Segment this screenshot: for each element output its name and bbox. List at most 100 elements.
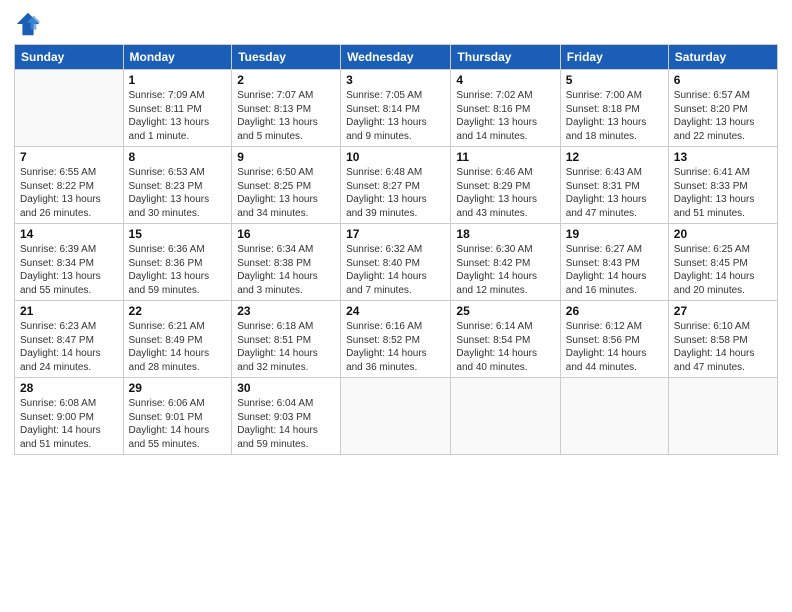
calendar-cell: 2 Sunrise: 7:07 AM Sunset: 8:13 PM Dayli…: [232, 70, 341, 147]
day-number: 9: [237, 150, 335, 164]
calendar-cell: 28 Sunrise: 6:08 AM Sunset: 9:00 PM Dayl…: [15, 378, 124, 455]
day-number: 2: [237, 73, 335, 87]
calendar-cell: 20 Sunrise: 6:25 AM Sunset: 8:45 PM Dayl…: [668, 224, 777, 301]
calendar-cell: 4 Sunrise: 7:02 AM Sunset: 8:16 PM Dayli…: [451, 70, 560, 147]
sunset-text: Sunset: 8:47 PM: [20, 334, 118, 348]
sunset-text: Sunset: 8:42 PM: [456, 257, 554, 271]
calendar-cell: 5 Sunrise: 7:00 AM Sunset: 8:18 PM Dayli…: [560, 70, 668, 147]
cell-info: Sunrise: 6:14 AM Sunset: 8:54 PM Dayligh…: [456, 320, 554, 374]
sunset-text: Sunset: 8:40 PM: [346, 257, 445, 271]
sunset-text: Sunset: 8:34 PM: [20, 257, 118, 271]
calendar-cell: [668, 378, 777, 455]
cell-info: Sunrise: 7:05 AM Sunset: 8:14 PM Dayligh…: [346, 89, 445, 143]
sunset-text: Sunset: 9:01 PM: [129, 411, 227, 425]
daylight-text: Daylight: 13 hours and 47 minutes.: [566, 193, 663, 220]
week-row-1: 1 Sunrise: 7:09 AM Sunset: 8:11 PM Dayli…: [15, 70, 778, 147]
cell-info: Sunrise: 6:48 AM Sunset: 8:27 PM Dayligh…: [346, 166, 445, 220]
calendar-cell: 22 Sunrise: 6:21 AM Sunset: 8:49 PM Dayl…: [123, 301, 232, 378]
calendar-cell: 17 Sunrise: 6:32 AM Sunset: 8:40 PM Dayl…: [341, 224, 451, 301]
daylight-text: Daylight: 14 hours and 59 minutes.: [237, 424, 335, 451]
sunset-text: Sunset: 8:31 PM: [566, 180, 663, 194]
daylight-text: Daylight: 14 hours and 3 minutes.: [237, 270, 335, 297]
sunset-text: Sunset: 8:23 PM: [129, 180, 227, 194]
daylight-text: Daylight: 13 hours and 26 minutes.: [20, 193, 118, 220]
calendar-cell: 29 Sunrise: 6:06 AM Sunset: 9:01 PM Dayl…: [123, 378, 232, 455]
sunset-text: Sunset: 8:22 PM: [20, 180, 118, 194]
daylight-text: Daylight: 14 hours and 51 minutes.: [20, 424, 118, 451]
cell-info: Sunrise: 7:02 AM Sunset: 8:16 PM Dayligh…: [456, 89, 554, 143]
calendar-cell: 10 Sunrise: 6:48 AM Sunset: 8:27 PM Dayl…: [341, 147, 451, 224]
header: [14, 10, 778, 38]
sunrise-text: Sunrise: 7:02 AM: [456, 89, 554, 103]
calendar-cell: 3 Sunrise: 7:05 AM Sunset: 8:14 PM Dayli…: [341, 70, 451, 147]
page: SundayMondayTuesdayWednesdayThursdayFrid…: [0, 0, 792, 465]
calendar-cell: 9 Sunrise: 6:50 AM Sunset: 8:25 PM Dayli…: [232, 147, 341, 224]
sunset-text: Sunset: 8:54 PM: [456, 334, 554, 348]
day-header-tuesday: Tuesday: [232, 45, 341, 70]
calendar-cell: 6 Sunrise: 6:57 AM Sunset: 8:20 PM Dayli…: [668, 70, 777, 147]
calendar-cell: 11 Sunrise: 6:46 AM Sunset: 8:29 PM Dayl…: [451, 147, 560, 224]
sunset-text: Sunset: 8:11 PM: [129, 103, 227, 117]
day-header-friday: Friday: [560, 45, 668, 70]
calendar-cell: 1 Sunrise: 7:09 AM Sunset: 8:11 PM Dayli…: [123, 70, 232, 147]
sunrise-text: Sunrise: 6:55 AM: [20, 166, 118, 180]
day-header-monday: Monday: [123, 45, 232, 70]
cell-info: Sunrise: 7:07 AM Sunset: 8:13 PM Dayligh…: [237, 89, 335, 143]
day-number: 16: [237, 227, 335, 241]
calendar-cell: 16 Sunrise: 6:34 AM Sunset: 8:38 PM Dayl…: [232, 224, 341, 301]
daylight-text: Daylight: 13 hours and 43 minutes.: [456, 193, 554, 220]
day-number: 10: [346, 150, 445, 164]
daylight-text: Daylight: 14 hours and 44 minutes.: [566, 347, 663, 374]
sunrise-text: Sunrise: 6:53 AM: [129, 166, 227, 180]
day-number: 24: [346, 304, 445, 318]
calendar-cell: 21 Sunrise: 6:23 AM Sunset: 8:47 PM Dayl…: [15, 301, 124, 378]
day-number: 8: [129, 150, 227, 164]
cell-info: Sunrise: 6:43 AM Sunset: 8:31 PM Dayligh…: [566, 166, 663, 220]
sunrise-text: Sunrise: 6:32 AM: [346, 243, 445, 257]
sunrise-text: Sunrise: 6:14 AM: [456, 320, 554, 334]
sunrise-text: Sunrise: 7:07 AM: [237, 89, 335, 103]
cell-info: Sunrise: 6:30 AM Sunset: 8:42 PM Dayligh…: [456, 243, 554, 297]
cell-info: Sunrise: 6:25 AM Sunset: 8:45 PM Dayligh…: [674, 243, 772, 297]
cell-info: Sunrise: 6:21 AM Sunset: 8:49 PM Dayligh…: [129, 320, 227, 374]
calendar-cell: 24 Sunrise: 6:16 AM Sunset: 8:52 PM Dayl…: [341, 301, 451, 378]
calendar-cell: 23 Sunrise: 6:18 AM Sunset: 8:51 PM Dayl…: [232, 301, 341, 378]
sunrise-text: Sunrise: 6:34 AM: [237, 243, 335, 257]
daylight-text: Daylight: 13 hours and 34 minutes.: [237, 193, 335, 220]
sunrise-text: Sunrise: 6:12 AM: [566, 320, 663, 334]
day-number: 28: [20, 381, 118, 395]
daylight-text: Daylight: 14 hours and 40 minutes.: [456, 347, 554, 374]
sunrise-text: Sunrise: 6:43 AM: [566, 166, 663, 180]
calendar-cell: 18 Sunrise: 6:30 AM Sunset: 8:42 PM Dayl…: [451, 224, 560, 301]
cell-info: Sunrise: 6:23 AM Sunset: 8:47 PM Dayligh…: [20, 320, 118, 374]
logo: [14, 10, 46, 38]
sunrise-text: Sunrise: 6:41 AM: [674, 166, 772, 180]
week-row-3: 14 Sunrise: 6:39 AM Sunset: 8:34 PM Dayl…: [15, 224, 778, 301]
sunrise-text: Sunrise: 6:08 AM: [20, 397, 118, 411]
sunset-text: Sunset: 8:45 PM: [674, 257, 772, 271]
sunrise-text: Sunrise: 6:16 AM: [346, 320, 445, 334]
day-number: 30: [237, 381, 335, 395]
sunset-text: Sunset: 8:43 PM: [566, 257, 663, 271]
cell-info: Sunrise: 6:34 AM Sunset: 8:38 PM Dayligh…: [237, 243, 335, 297]
sunset-text: Sunset: 8:16 PM: [456, 103, 554, 117]
sunrise-text: Sunrise: 6:04 AM: [237, 397, 335, 411]
day-number: 1: [129, 73, 227, 87]
cell-info: Sunrise: 6:32 AM Sunset: 8:40 PM Dayligh…: [346, 243, 445, 297]
daylight-text: Daylight: 14 hours and 24 minutes.: [20, 347, 118, 374]
calendar-cell: 8 Sunrise: 6:53 AM Sunset: 8:23 PM Dayli…: [123, 147, 232, 224]
daylight-text: Daylight: 13 hours and 18 minutes.: [566, 116, 663, 143]
sunset-text: Sunset: 9:03 PM: [237, 411, 335, 425]
day-number: 7: [20, 150, 118, 164]
day-number: 20: [674, 227, 772, 241]
daylight-text: Daylight: 14 hours and 16 minutes.: [566, 270, 663, 297]
sunset-text: Sunset: 8:38 PM: [237, 257, 335, 271]
sunset-text: Sunset: 8:51 PM: [237, 334, 335, 348]
cell-info: Sunrise: 6:18 AM Sunset: 8:51 PM Dayligh…: [237, 320, 335, 374]
calendar-cell: 13 Sunrise: 6:41 AM Sunset: 8:33 PM Dayl…: [668, 147, 777, 224]
daylight-text: Daylight: 14 hours and 28 minutes.: [129, 347, 227, 374]
sunrise-text: Sunrise: 6:10 AM: [674, 320, 772, 334]
daylight-text: Daylight: 13 hours and 22 minutes.: [674, 116, 772, 143]
sunrise-text: Sunrise: 6:25 AM: [674, 243, 772, 257]
calendar-cell: 7 Sunrise: 6:55 AM Sunset: 8:22 PM Dayli…: [15, 147, 124, 224]
